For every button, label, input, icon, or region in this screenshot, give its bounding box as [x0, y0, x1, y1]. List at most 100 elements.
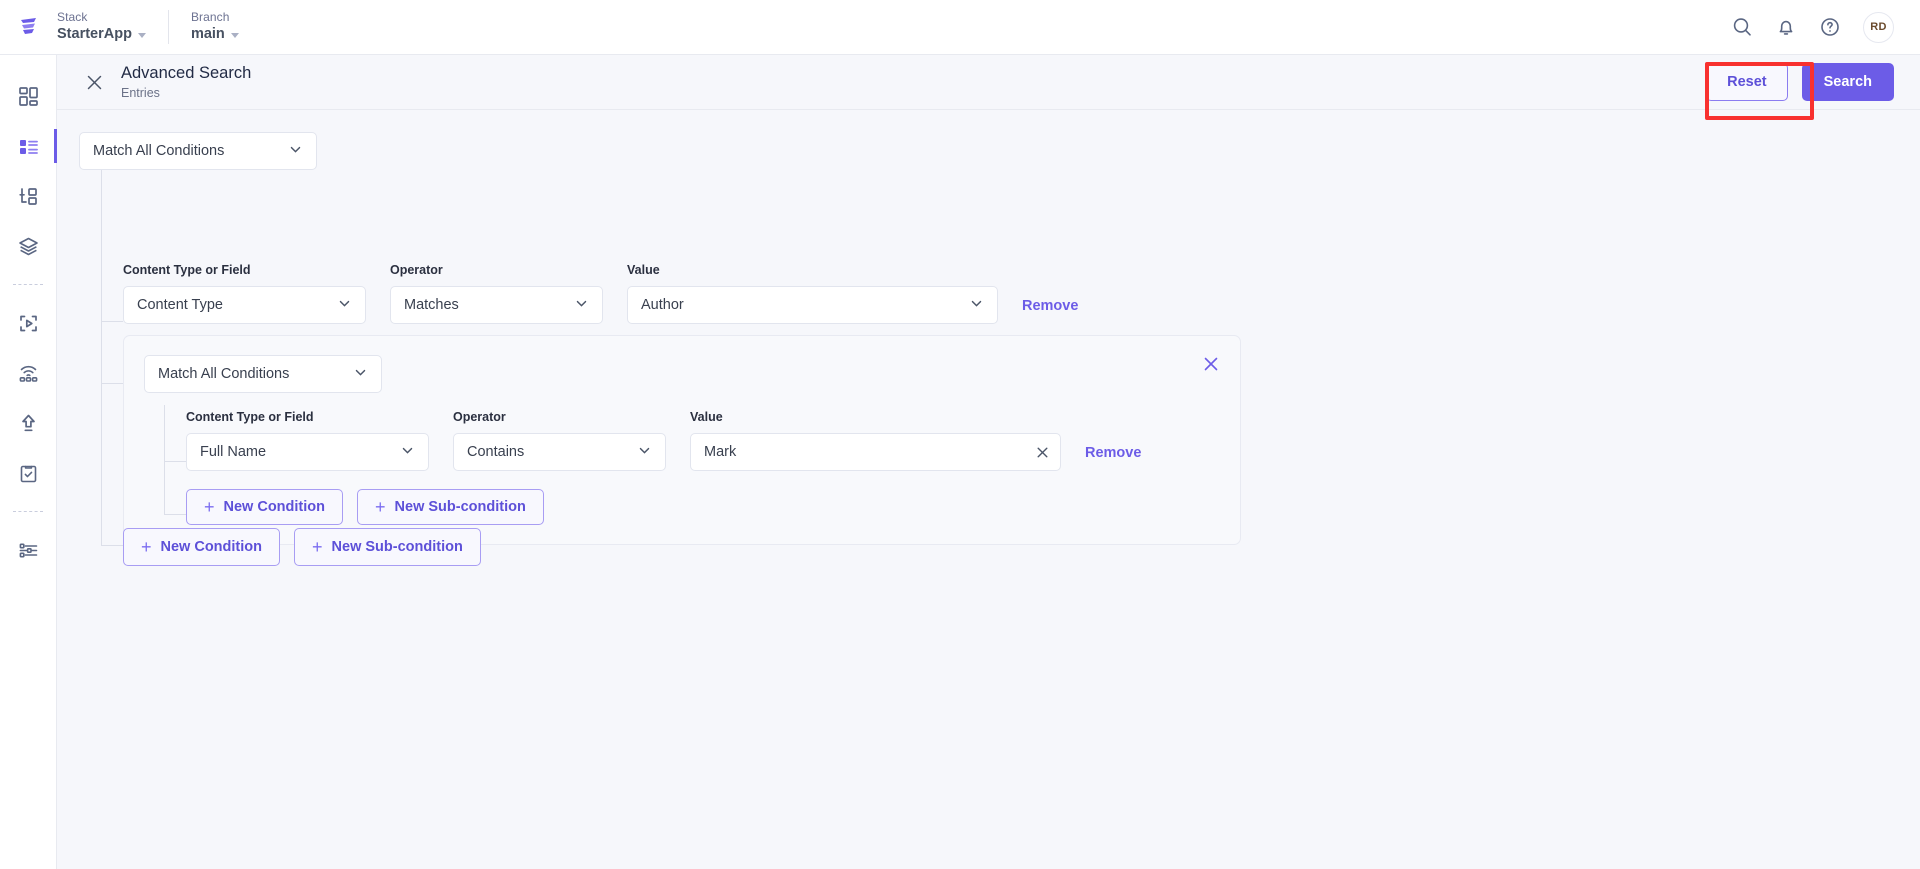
- chevron-down-icon: [574, 296, 589, 315]
- help-icon[interactable]: [1819, 16, 1841, 38]
- stack-name: StarterApp: [57, 26, 132, 42]
- sub-new-condition-label: New Condition: [223, 499, 326, 515]
- sub-operator-select[interactable]: Contains: [453, 433, 666, 471]
- sub-field-value: Full Name: [200, 444, 267, 460]
- field-label-operator: Operator: [390, 263, 443, 277]
- advanced-search-page: Advanced Search Entries Reset Search Mat…: [57, 55, 1920, 869]
- tree-branch-line: [101, 383, 123, 384]
- sub-value-text: Mark: [704, 444, 737, 460]
- plus-icon: +: [141, 537, 152, 557]
- root-field-group: Content Type or Field Content Type: [123, 262, 366, 324]
- close-icon[interactable]: [79, 67, 109, 97]
- sidebar-item-tasks[interactable]: [0, 448, 57, 498]
- branch-label: Branch: [190, 10, 230, 24]
- sub-value-input[interactable]: Mark: [690, 433, 1061, 471]
- sidebar-item-live-preview[interactable]: [0, 298, 57, 348]
- root-match-type-value: Match All Conditions: [93, 143, 225, 159]
- new-condition-button[interactable]: + New Condition: [123, 528, 281, 566]
- reset-button[interactable]: Reset: [1706, 63, 1788, 101]
- root-value-value: Author: [641, 297, 684, 313]
- root-value-group: Value Author: [627, 262, 998, 324]
- field-label-content-type: Content Type or Field: [186, 410, 314, 424]
- sub-group-add-actions: + New Condition + New Sub-condition: [186, 489, 1220, 525]
- sidebar-divider: [13, 511, 43, 512]
- top-bar: Stack StarterApp Branch main RD: [0, 0, 1920, 55]
- tree-vertical-line: [164, 405, 165, 514]
- bell-icon[interactable]: [1775, 16, 1797, 38]
- field-label-value: Value: [627, 263, 660, 277]
- chevron-down-icon: [637, 443, 652, 462]
- root-condition-row: Content Type or Field Content Type Opera…: [123, 262, 1078, 324]
- tree-branch-line: [101, 321, 123, 322]
- search-button[interactable]: Search: [1801, 63, 1894, 101]
- chevron-down-icon: [137, 33, 146, 38]
- branch-value[interactable]: main: [191, 25, 239, 44]
- plus-icon: +: [375, 497, 386, 517]
- header-actions: Reset Search: [1706, 63, 1920, 101]
- root-field-value: Content Type: [137, 297, 223, 313]
- sidebar-item-settings[interactable]: [0, 525, 57, 575]
- chevron-down-icon: [353, 365, 368, 384]
- sub-new-subcondition-label: New Sub-condition: [394, 499, 526, 515]
- sidebar-item-entries[interactable]: [0, 121, 57, 171]
- sub-value-group: Value Mark: [690, 409, 1061, 471]
- sidebar-item-releases[interactable]: [0, 348, 57, 398]
- tree-branch-line: [164, 514, 186, 515]
- new-condition-label: New Condition: [160, 539, 263, 555]
- plus-icon: +: [312, 537, 323, 557]
- stack-selector[interactable]: Stack StarterApp: [57, 10, 169, 44]
- field-label-value: Value: [690, 410, 723, 424]
- page-title-block: Advanced Search Entries: [121, 63, 251, 102]
- contentstack-logo-icon[interactable]: [0, 14, 57, 40]
- sub-new-subcondition-button[interactable]: + New Sub-condition: [357, 489, 544, 525]
- root-field-select[interactable]: Content Type: [123, 286, 366, 324]
- sub-operator-group: Operator Contains: [453, 409, 666, 471]
- root-operator-group: Operator Matches: [390, 262, 603, 324]
- chevron-down-icon: [969, 296, 984, 315]
- root-add-actions: + New Condition + New Sub-condition: [123, 528, 481, 566]
- chevron-down-icon: [400, 443, 415, 462]
- root-remove-link[interactable]: Remove: [1022, 298, 1078, 324]
- search-icon[interactable]: [1731, 16, 1753, 38]
- plus-icon: +: [204, 497, 215, 517]
- root-match-type-select[interactable]: Match All Conditions: [79, 132, 317, 170]
- branch-selector[interactable]: Branch main: [191, 10, 261, 44]
- sub-match-type-select[interactable]: Match All Conditions: [144, 355, 382, 393]
- stack-value[interactable]: StarterApp: [57, 25, 146, 44]
- sub-field-select[interactable]: Full Name: [186, 433, 429, 471]
- avatar[interactable]: RD: [1863, 11, 1894, 43]
- stack-label: Stack: [57, 10, 88, 24]
- tree-branch-line: [101, 545, 123, 546]
- sub-operator-value: Contains: [467, 444, 525, 460]
- sub-remove-link[interactable]: Remove: [1085, 445, 1141, 471]
- left-sidebar: [0, 55, 57, 869]
- sidebar-divider: [13, 284, 43, 285]
- top-bar-actions: RD: [1731, 11, 1920, 43]
- sidebar-item-dashboard[interactable]: [0, 71, 57, 121]
- root-operator-select[interactable]: Matches: [390, 286, 603, 324]
- sidebar-item-assets[interactable]: [0, 221, 57, 271]
- page-subtitle: Entries: [121, 85, 160, 100]
- root-operator-value: Matches: [404, 297, 459, 313]
- clear-icon[interactable]: [1035, 445, 1050, 460]
- tree-branch-line: [164, 461, 186, 462]
- page-title: Advanced Search: [121, 63, 252, 82]
- sub-condition-group: Match All Conditions Content Type or Fie…: [123, 335, 1241, 545]
- chevron-down-icon: [337, 296, 352, 315]
- query-builder: Match All Conditions Content Type or Fie…: [57, 110, 1920, 566]
- sub-group-close-icon[interactable]: [1200, 353, 1222, 375]
- sub-field-group: Content Type or Field Full Name: [186, 409, 429, 471]
- branch-name: main: [190, 26, 225, 42]
- sub-new-condition-button[interactable]: + New Condition: [186, 489, 344, 525]
- tree-vertical-line: [101, 170, 102, 545]
- field-label-operator: Operator: [453, 410, 506, 424]
- sub-match-type-value: Match All Conditions: [158, 366, 290, 382]
- sidebar-item-publish-queue[interactable]: [0, 398, 57, 448]
- new-subcondition-button[interactable]: + New Sub-condition: [294, 528, 481, 566]
- root-value-select[interactable]: Author: [627, 286, 998, 324]
- context-selectors: Stack StarterApp Branch main: [57, 10, 283, 44]
- sidebar-item-content-types[interactable]: [0, 171, 57, 221]
- chevron-down-icon: [288, 142, 303, 161]
- new-subcondition-label: New Sub-condition: [331, 539, 463, 555]
- page-header: Advanced Search Entries Reset Search: [57, 55, 1920, 120]
